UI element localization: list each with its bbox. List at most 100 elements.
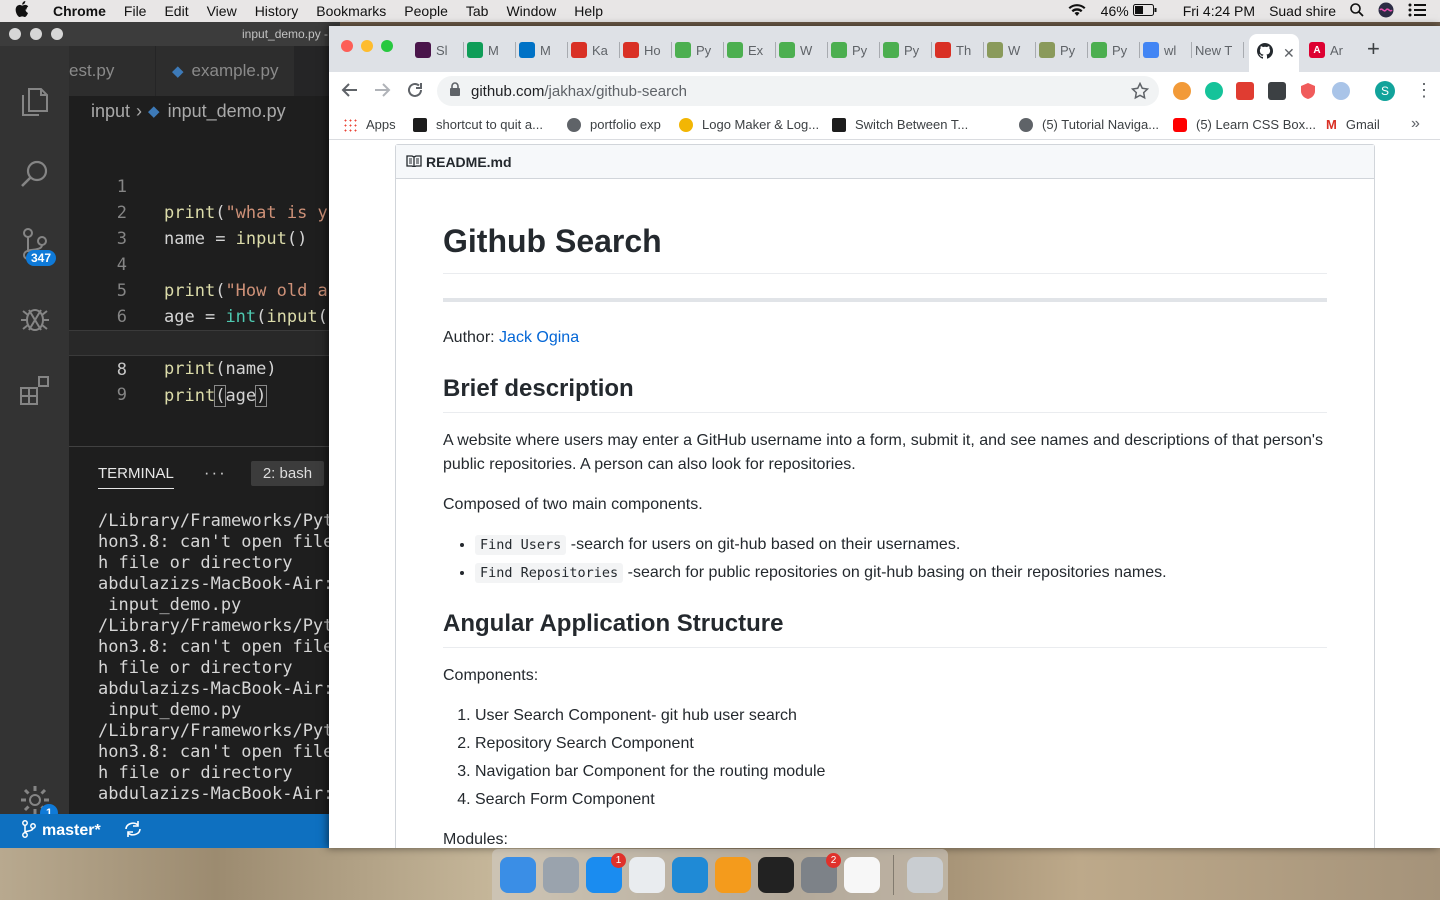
- battery-icon[interactable]: [1132, 3, 1157, 19]
- tab-example-py[interactable]: ◆ example.py: [155, 46, 295, 96]
- minimize-window-button[interactable]: [361, 40, 373, 52]
- chrome-tab-active[interactable]: ✕: [1249, 34, 1299, 72]
- vscode-close-button[interactable]: [9, 28, 21, 40]
- chrome-tab[interactable]: M: [519, 36, 565, 64]
- dock-terminal-icon[interactable]: [758, 856, 794, 893]
- reload-icon[interactable]: [406, 81, 424, 104]
- menu-history[interactable]: History: [246, 3, 308, 19]
- tab-test-py[interactable]: est.py: [69, 46, 155, 96]
- menu-file[interactable]: File: [115, 3, 156, 19]
- chrome-tab[interactable]: A Ar: [1309, 36, 1343, 64]
- chrome-tab[interactable]: M: [467, 36, 513, 64]
- breadcrumb-file[interactable]: input_demo.py: [168, 101, 286, 122]
- chrome-tab[interactable]: W: [779, 36, 825, 64]
- vscode-minimize-button[interactable]: [30, 28, 42, 40]
- forward-arrow-icon[interactable]: [373, 81, 391, 104]
- dock-finder-icon[interactable]: [500, 856, 536, 893]
- menu-people[interactable]: People: [395, 3, 457, 19]
- extension-icon[interactable]: [1236, 82, 1254, 100]
- debug-button[interactable]: [0, 288, 69, 348]
- tab-terminal[interactable]: TERMINAL: [98, 457, 174, 489]
- chrome-tab[interactable]: wl: [1143, 36, 1189, 64]
- dock-launchpad-icon[interactable]: [543, 856, 579, 893]
- dock-app-store-icon[interactable]: 1: [586, 852, 626, 893]
- readme-filename[interactable]: README.md: [426, 154, 512, 170]
- bookmark-item[interactable]: portfolio exp: [567, 117, 661, 132]
- bookmarks-overflow-button[interactable]: »: [1411, 115, 1420, 133]
- dock-trash-icon[interactable]: [907, 856, 943, 893]
- new-tab-button[interactable]: +: [1367, 36, 1380, 62]
- address-bar[interactable]: github.com/jakhax/github-search: [437, 76, 1159, 106]
- code-token: age: [225, 386, 257, 406]
- siri-icon[interactable]: [1378, 2, 1394, 21]
- chrome-tab[interactable]: Ex: [727, 36, 773, 64]
- bookmark-star-icon[interactable]: [1130, 81, 1150, 104]
- chrome-tab[interactable]: Py: [1091, 36, 1137, 64]
- dock-chrome-icon[interactable]: [629, 856, 665, 893]
- chrome-menu-icon[interactable]: ⋮: [1415, 80, 1433, 101]
- chrome-tab[interactable]: Ka: [571, 36, 617, 64]
- close-window-button[interactable]: [341, 40, 353, 52]
- tab-separator: [827, 42, 828, 58]
- clock[interactable]: Fri 4:24 PM: [1183, 3, 1255, 19]
- notification-center-icon[interactable]: [1408, 3, 1426, 20]
- vscode-zoom-button[interactable]: [51, 28, 63, 40]
- extensions-button[interactable]: [0, 360, 69, 420]
- menu-view[interactable]: View: [198, 3, 246, 19]
- terminal-line: /Library/Frameworks/Pyt: [98, 511, 334, 531]
- menu-bookmarks[interactable]: Bookmarks: [307, 3, 395, 19]
- chrome-tab[interactable]: Th: [935, 36, 981, 64]
- chrome-tab[interactable]: Ho: [623, 36, 669, 64]
- author-link[interactable]: Jack Ogina: [499, 329, 579, 346]
- bookmark-item[interactable]: (5) Learn CSS Box...: [1173, 117, 1316, 132]
- terminal-output[interactable]: /Library/Frameworks/Pyt hon3.8: can't op…: [69, 499, 340, 805]
- grammarly-icon[interactable]: [1205, 82, 1223, 100]
- sync-icon[interactable]: [123, 820, 143, 842]
- bookmark-item[interactable]: (5) Tutorial Naviga...: [1019, 117, 1159, 132]
- extension-icon[interactable]: [1332, 82, 1350, 100]
- apple-menu-icon[interactable]: [0, 1, 44, 21]
- bookmark-item[interactable]: shortcut to quit a...: [413, 117, 543, 132]
- chrome-tab[interactable]: Py: [1039, 36, 1085, 64]
- extension-icon[interactable]: [1173, 82, 1191, 100]
- close-tab-icon[interactable]: ✕: [1283, 45, 1295, 62]
- git-branch-status[interactable]: master*: [42, 822, 101, 840]
- terminal-line: input_demo.py: [98, 595, 242, 615]
- back-arrow-icon[interactable]: [341, 81, 359, 104]
- bookmark-item[interactable]: M Gmail: [1326, 117, 1380, 132]
- dock-itunes-icon[interactable]: [844, 856, 880, 893]
- user-name[interactable]: Suad shire: [1269, 3, 1336, 19]
- chrome-tab[interactable]: New T: [1195, 36, 1241, 64]
- breadcrumb-folder[interactable]: input: [91, 101, 130, 122]
- lock-icon[interactable]: [449, 82, 461, 100]
- dock-system-preferences-icon[interactable]: 2: [801, 852, 841, 893]
- bookmark-apps[interactable]: Apps: [343, 117, 396, 132]
- terminal-shell-select[interactable]: 2: bash: [250, 460, 325, 486]
- source-control-button[interactable]: 347: [0, 214, 69, 274]
- shield-icon[interactable]: [1300, 82, 1316, 105]
- bookmark-item[interactable]: Switch Between T...: [832, 117, 968, 132]
- code-editor[interactable]: 1 print("what is y 2 name = input() 3 4 …: [69, 126, 340, 446]
- terminal-line: abdulazizs-MacBook-Air:: [98, 679, 334, 699]
- explorer-button[interactable]: [0, 72, 69, 132]
- chrome-tab[interactable]: Py: [883, 36, 929, 64]
- menu-window[interactable]: Window: [497, 3, 565, 19]
- menu-help[interactable]: Help: [565, 3, 612, 19]
- zoom-window-button[interactable]: [381, 40, 393, 52]
- dock-sublime-icon[interactable]: [715, 856, 751, 893]
- menu-tab[interactable]: Tab: [457, 3, 498, 19]
- more-actions-icon[interactable]: ···: [204, 463, 227, 483]
- search-button[interactable]: [0, 144, 69, 204]
- spotlight-search-icon[interactable]: [1350, 2, 1364, 20]
- menu-app-name[interactable]: Chrome: [44, 3, 115, 19]
- chrome-tab[interactable]: Sl: [415, 36, 461, 64]
- extension-icon[interactable]: [1268, 82, 1286, 100]
- chrome-tab[interactable]: Py: [831, 36, 877, 64]
- chrome-tab[interactable]: Py: [675, 36, 721, 64]
- wifi-icon[interactable]: [1067, 3, 1087, 20]
- profile-avatar[interactable]: S: [1375, 81, 1395, 101]
- chrome-tab[interactable]: W: [987, 36, 1033, 64]
- bookmark-item[interactable]: Logo Maker & Log...: [679, 117, 819, 132]
- dock-vscode-icon[interactable]: [672, 856, 708, 893]
- menu-edit[interactable]: Edit: [155, 3, 197, 19]
